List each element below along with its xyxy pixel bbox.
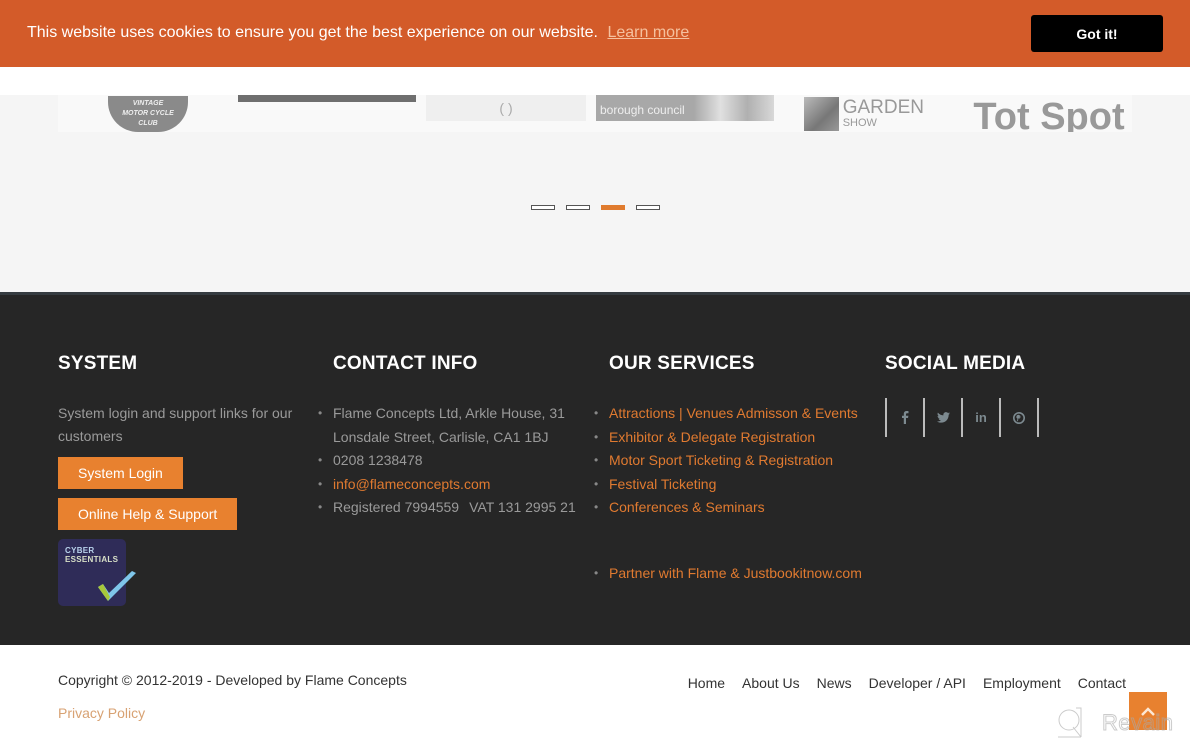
client-logo-wreath[interactable]: ( ) <box>426 95 586 121</box>
footer-bottom-bar: Copyright © 2012-2019 - Developed by Fla… <box>0 645 1190 753</box>
partner-list: Partner with Flame & Justbookitnow.com <box>594 562 879 586</box>
vintage-shield-logo: VINTAGE MOTOR CYCLE CLUB <box>108 95 188 132</box>
footer-nav: Home About Us News Developer / API Emplo… <box>688 675 1126 691</box>
learn-more-link[interactable]: Learn more <box>607 24 689 41</box>
carousel-dot-1[interactable] <box>531 205 555 210</box>
linkedin-glyph: in <box>975 410 987 425</box>
system-login-button[interactable]: System Login <box>58 457 183 489</box>
revain-logo-icon <box>1058 707 1082 738</box>
services-heading: OUR SERVICES <box>609 353 755 374</box>
logo-text: Tot Spot <box>973 96 1125 132</box>
service-item: Attractions | Venues Admisson & Events <box>594 402 879 426</box>
system-description: System login and support links for our c… <box>58 405 293 444</box>
copyright-text: Copyright © 2012-2019 - Developed by Fla… <box>58 672 407 688</box>
footer-system-column: SYSTEM System login and support links fo… <box>58 353 298 606</box>
social-heading: SOCIAL MEDIA <box>885 353 1026 374</box>
logo-text: MOTOR CYCLE <box>122 109 174 117</box>
facebook-icon[interactable] <box>885 398 923 437</box>
contact-email-link[interactable]: info@flameconcepts.com <box>333 476 490 492</box>
footer-social-column: SOCIAL MEDIA in <box>885 353 1135 437</box>
cookie-message: This website uses cookies to ensure you … <box>27 24 689 42</box>
logo-text-main: GARDEN <box>842 96 924 118</box>
footer: SYSTEM System login and support links fo… <box>0 292 1190 645</box>
registered-number: Registered 7994559 <box>333 499 460 515</box>
logo-text: VINTAGE <box>132 99 164 107</box>
service-item: Exhibitor & Delegate Registration <box>594 426 879 450</box>
client-logo-garden-show[interactable]: GARDEN SHOW <box>804 95 924 132</box>
contact-phone: 0208 1238478 <box>318 449 583 473</box>
logo-text: GARDEN SHOW <box>842 96 924 129</box>
contact-list: Flame Concepts Ltd, Arkle House, 31 Lons… <box>318 402 583 520</box>
client-logo-tot-spot[interactable]: Tot Spot <box>964 95 1134 132</box>
partner-link[interactable]: Partner with Flame & Justbookitnow.com <box>609 565 862 581</box>
social-divider <box>1037 398 1039 437</box>
got-it-button[interactable]: Got it! <box>1031 15 1163 52</box>
wreath-icon: ( ) <box>499 100 513 116</box>
carousel-dot-2[interactable] <box>566 205 590 210</box>
badge-text: CYBER ESSENTIALS <box>65 546 118 564</box>
logo-text-sub: SHOW <box>842 116 877 129</box>
partner-item: Partner with Flame & Justbookitnow.com <box>594 562 879 586</box>
carousel-pagination <box>531 205 660 210</box>
service-link-motor-sport[interactable]: Motor Sport Ticketing & Registration <box>609 452 833 468</box>
footer-nav-employment[interactable]: Employment <box>983 675 1061 691</box>
cyber-essentials-badge: CYBER ESSENTIALS <box>58 539 136 606</box>
twitter-icon[interactable] <box>923 398 961 437</box>
footer-contact-column: CONTACT INFO Flame Concepts Ltd, Arkle H… <box>318 353 583 520</box>
carousel-dot-4[interactable] <box>636 205 660 210</box>
client-logos-carousel: VINTAGE MOTOR CYCLE CLUB ( ) borough cou… <box>58 95 1132 132</box>
client-logo-borough-council[interactable]: borough council <box>596 95 774 121</box>
badge-line-1: CYBER <box>65 546 95 555</box>
service-link-attractions[interactable]: Attractions | Venues Admisson & Events <box>609 405 858 421</box>
service-item: Festival Ticketing <box>594 473 879 497</box>
header-spacer <box>0 67 1190 95</box>
footer-nav-news[interactable]: News <box>817 675 852 691</box>
footer-nav-about-us[interactable]: About Us <box>742 675 800 691</box>
footer-nav-developer-api[interactable]: Developer / API <box>869 675 966 691</box>
logo-text: borough council <box>600 103 685 117</box>
client-logo-vintage-motor-cycle-club[interactable]: VINTAGE MOTOR CYCLE CLUB <box>58 95 238 132</box>
service-link-exhibitor[interactable]: Exhibitor & Delegate Registration <box>609 429 815 445</box>
contact-heading: CONTACT INFO <box>333 353 478 374</box>
vat-number: VAT 131 2995 21 <box>469 499 576 515</box>
service-item: Motor Sport Ticketing & Registration <box>594 449 879 473</box>
system-heading: SYSTEM <box>58 353 138 374</box>
client-logo-dark-banner[interactable] <box>238 95 416 102</box>
service-item: Conferences & Seminars <box>594 496 879 520</box>
pinterest-icon[interactable] <box>999 398 1037 437</box>
contact-registration: Registered 7994559 VAT 131 2995 21 <box>318 496 583 520</box>
carousel-dot-3-active[interactable] <box>601 205 625 210</box>
revain-watermark: Revain <box>1056 707 1173 739</box>
badge-line-2: ESSENTIALS <box>65 555 119 564</box>
logo-text: CLUB <box>138 119 158 127</box>
footer-nav-contact[interactable]: Contact <box>1078 675 1126 691</box>
social-icons: in <box>885 398 1135 437</box>
footer-nav-home[interactable]: Home <box>688 675 725 691</box>
contact-email-item: info@flameconcepts.com <box>318 473 583 497</box>
services-list: Attractions | Venues Admisson & Events E… <box>594 402 879 520</box>
service-link-conferences[interactable]: Conferences & Seminars <box>609 499 765 515</box>
footer-services-column: OUR SERVICES Attractions | Venues Admiss… <box>594 353 879 586</box>
service-link-festival[interactable]: Festival Ticketing <box>609 476 716 492</box>
checkmark-icon <box>98 571 136 601</box>
revain-text: Revain <box>1101 710 1174 736</box>
cookie-banner: This website uses cookies to ensure you … <box>0 0 1190 67</box>
cookie-message-text: This website uses cookies to ensure you … <box>27 24 598 41</box>
garden-image <box>804 96 839 131</box>
linkedin-icon[interactable]: in <box>961 398 999 437</box>
contact-address: Flame Concepts Ltd, Arkle House, 31 Lons… <box>318 402 583 449</box>
online-help-support-button[interactable]: Online Help & Support <box>58 498 238 530</box>
privacy-policy-link[interactable]: Privacy Policy <box>58 705 145 721</box>
